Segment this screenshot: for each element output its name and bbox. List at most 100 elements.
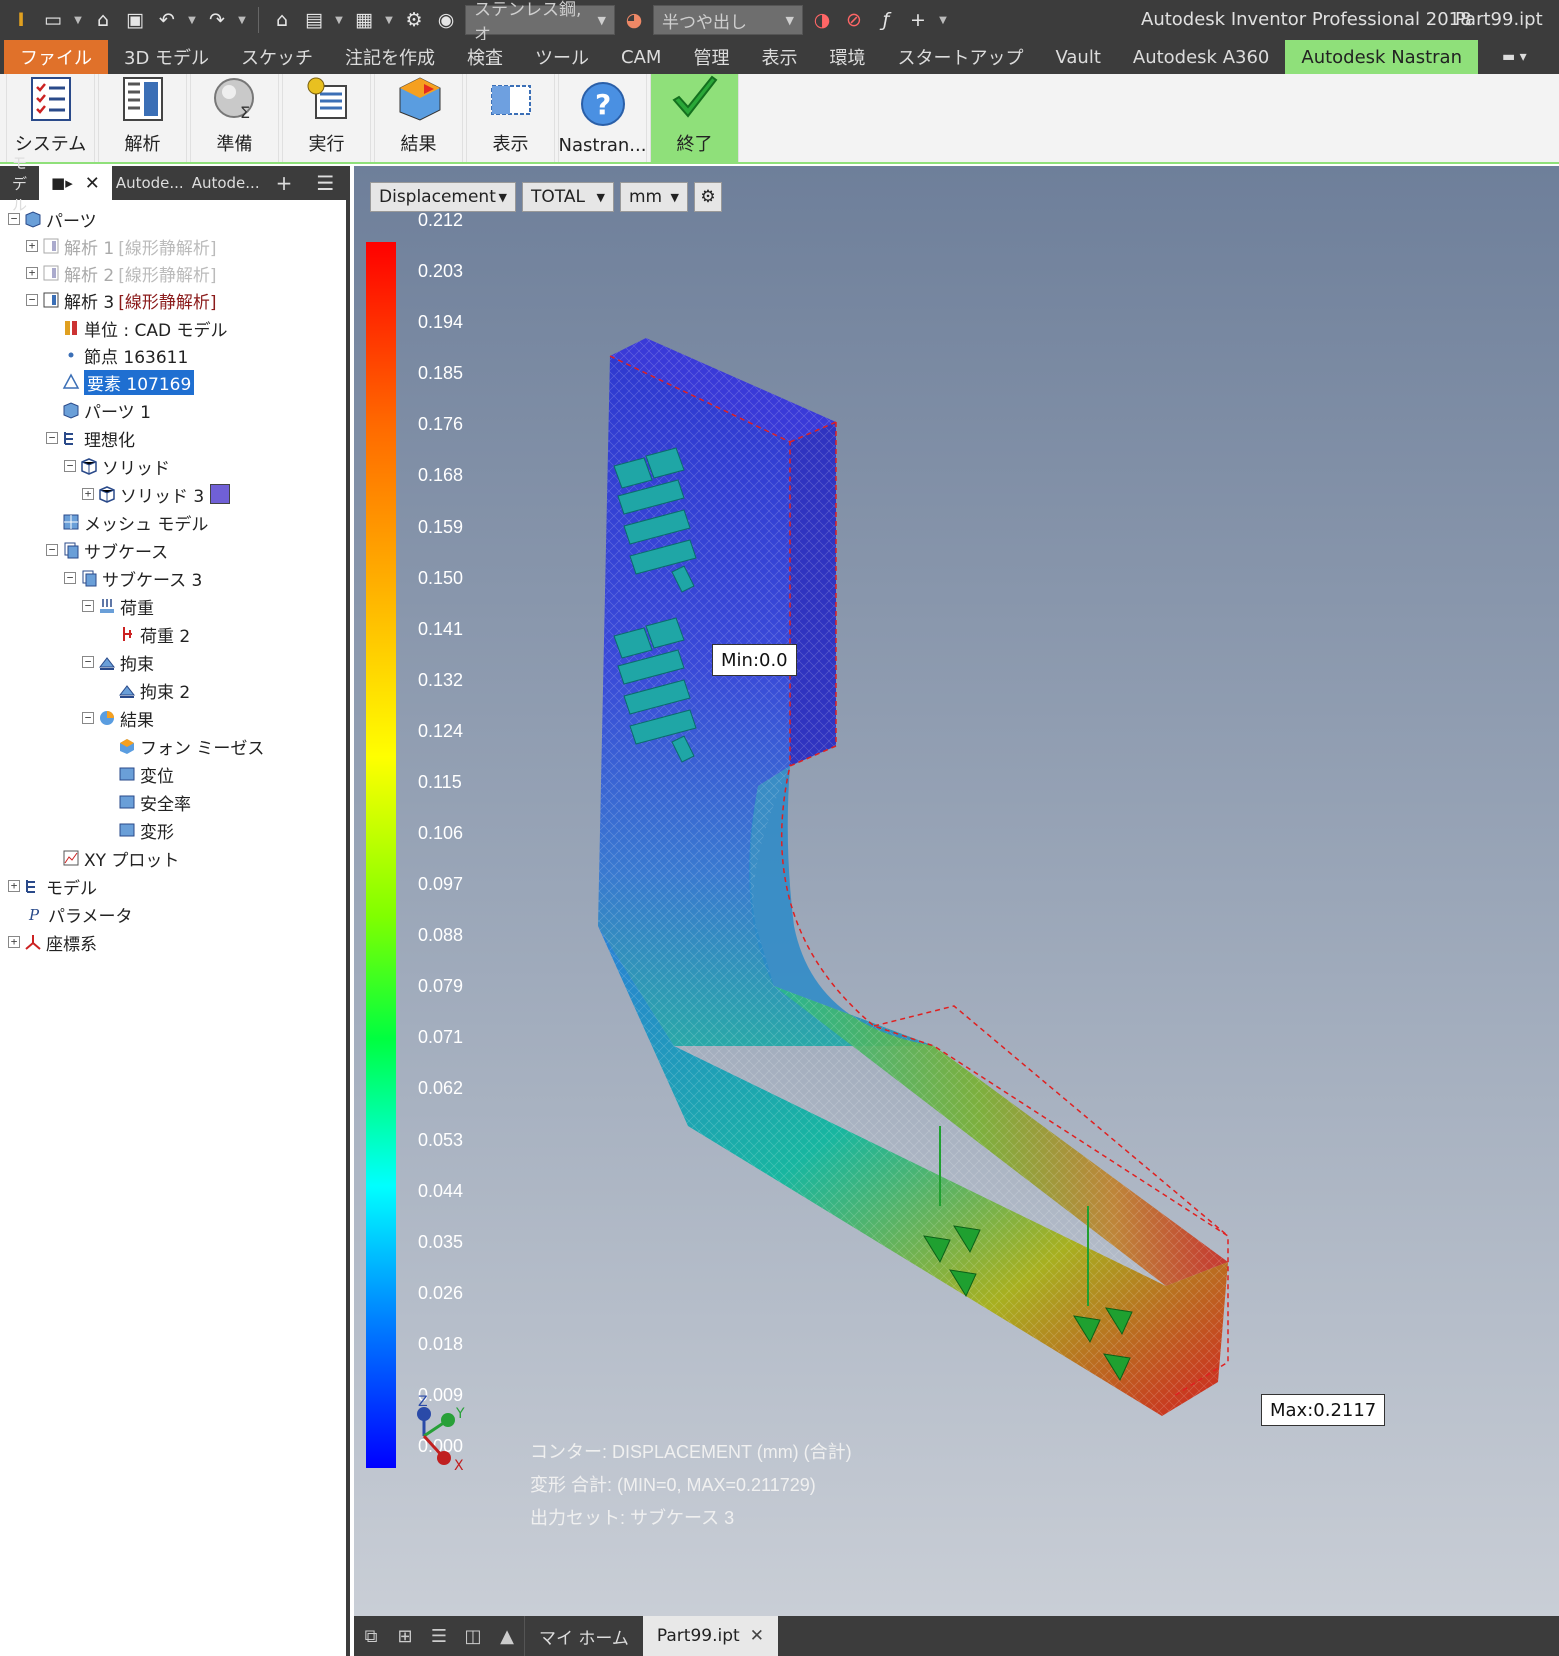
tree-parameters[interactable]: P パラメータ <box>26 901 133 927</box>
collapse-icon[interactable]: − <box>26 294 38 306</box>
tree-subcase[interactable]: − サブケース <box>46 537 168 563</box>
expand-icon[interactable]: + <box>26 240 38 252</box>
print-icon[interactable]: ▤ <box>301 7 327 33</box>
tab-model[interactable]: モデル <box>0 154 39 214</box>
close-icon[interactable]: ✕ <box>85 173 100 194</box>
tab-tools[interactable]: ツール <box>519 40 605 74</box>
system-button[interactable]: システム <box>6 74 95 162</box>
nastran-help-button[interactable]: ? Nastran... <box>558 74 647 162</box>
tree-solid-3[interactable]: + ソリッド 3 <box>82 481 231 507</box>
collapse-icon[interactable]: − <box>8 213 20 225</box>
tab-manage[interactable]: 管理 <box>677 40 745 74</box>
tree-elements[interactable]: 要素 107169 <box>62 369 195 395</box>
tab-nastran-browser[interactable]: ■▸ ✕ <box>39 166 112 200</box>
chevron-down-icon[interactable]: ▼ <box>72 7 84 33</box>
cascade-windows-icon[interactable]: ⧉ <box>354 1616 388 1656</box>
save-icon[interactable]: ▣ <box>122 7 148 33</box>
chevron-down-icon[interactable]: ▼ <box>333 7 345 33</box>
max-value-callout[interactable]: Max:0.2117 <box>1261 1394 1386 1426</box>
results-button[interactable]: 結果 <box>374 74 463 162</box>
finish-button[interactable]: 終了 <box>650 74 739 162</box>
tree-loads[interactable]: − 荷重 <box>82 593 154 619</box>
open-folder-icon[interactable]: ⌂ <box>90 7 116 33</box>
expand-icon[interactable]: + <box>82 488 94 500</box>
tile-vertical-icon[interactable]: ◫ <box>456 1616 490 1656</box>
tree-load-2[interactable]: 荷重 2 <box>118 621 190 647</box>
graphics-viewport[interactable]: Displacement ▼ TOTAL ▼ mm ▼ ⚙ 0.212 0.203… <box>354 166 1559 1616</box>
tree-model[interactable]: + モデル <box>8 873 97 899</box>
tab-part99[interactable]: Part99.ipt ✕ <box>642 1616 778 1656</box>
run-button[interactable]: 実行 <box>282 74 371 162</box>
tile-windows-icon[interactable]: ⊞ <box>388 1616 422 1656</box>
adjust-appearance-icon[interactable]: ◑ <box>809 7 835 33</box>
scroll-up-icon[interactable]: ▲ <box>490 1616 524 1656</box>
material-dropdown[interactable]: ステンレス鋼, オ ▼ <box>465 0 615 45</box>
tree-coordinate-system[interactable]: + 座標系 <box>8 929 97 955</box>
tab-getstarted[interactable]: スタートアップ <box>881 40 1039 74</box>
ribbon-display-toggle[interactable]: ▬ ▾ <box>1502 40 1527 74</box>
tree-mesh-model[interactable]: メッシュ モデル <box>62 509 208 535</box>
chevron-down-icon[interactable]: ▼ <box>236 7 248 33</box>
tree-displacement[interactable]: 変位 <box>118 761 174 787</box>
color-wheel-icon[interactable]: ◕ <box>621 7 647 33</box>
collapse-icon[interactable]: − <box>82 656 94 668</box>
chevron-down-icon[interactable]: ▼ <box>186 7 198 33</box>
clear-appearance-icon[interactable]: ⊘ <box>841 7 867 33</box>
collapse-icon[interactable]: − <box>46 544 58 556</box>
tree-units[interactable]: 単位 : CAD モデル <box>62 315 228 341</box>
collapse-icon[interactable]: − <box>46 432 58 444</box>
min-value-callout[interactable]: Min:0.0 <box>712 644 797 676</box>
collapse-icon[interactable]: − <box>64 572 76 584</box>
function-icon[interactable]: ƒ <box>873 7 899 33</box>
tab-autodesk-nastran[interactable]: Autodesk Nastran <box>1285 40 1478 74</box>
tab-cam[interactable]: CAM <box>605 40 677 74</box>
tab-view[interactable]: 表示 <box>745 40 813 74</box>
new-file-icon[interactable]: ▭ <box>40 7 66 33</box>
tree-results[interactable]: − 結果 <box>82 705 154 731</box>
redo-icon[interactable]: ↷ <box>204 7 230 33</box>
tree-constraint-2[interactable]: 拘束 2 <box>118 677 190 703</box>
tab-sketch[interactable]: スケッチ <box>225 40 329 74</box>
tree-idealization[interactable]: − 理想化 <box>46 425 135 451</box>
tree-nodes[interactable]: 節点 163611 <box>62 342 188 368</box>
appearance-dropdown[interactable]: 半つや出し ▼ <box>653 5 803 35</box>
material-icon[interactable]: ◉ <box>433 7 459 33</box>
close-icon[interactable]: ✕ <box>750 1626 764 1646</box>
tree-analysis-3[interactable]: − 解析 3 [線形静解析] <box>26 287 217 313</box>
tab-inspect[interactable]: 検査 <box>451 40 519 74</box>
home-icon[interactable]: ⌂ <box>269 7 295 33</box>
display-button[interactable]: 表示 <box>466 74 555 162</box>
tab-autodesk-2[interactable]: Autode... <box>188 166 264 200</box>
select-icon[interactable]: ▦ <box>351 7 377 33</box>
tab-a360[interactable]: Autodesk A360 <box>1117 40 1286 74</box>
collapse-icon[interactable]: − <box>82 712 94 724</box>
customize-dropdown-icon[interactable]: ▼ <box>937 7 949 33</box>
tab-file[interactable]: ファイル <box>4 40 108 74</box>
inventor-logo-icon[interactable]: I <box>8 7 34 33</box>
plus-icon[interactable]: + <box>905 7 931 33</box>
collapse-icon[interactable]: − <box>64 460 76 472</box>
browser-menu-icon[interactable]: ☰ <box>304 166 346 200</box>
add-tab-button[interactable]: + <box>264 166 305 200</box>
tree-deformation[interactable]: 変形 <box>118 817 174 843</box>
tree-analysis-1[interactable]: + 解析 1 [線形静解析] <box>26 233 217 259</box>
tree-subcase-3[interactable]: − サブケース 3 <box>64 565 202 591</box>
tab-vault[interactable]: Vault <box>1039 40 1116 74</box>
expand-icon[interactable]: + <box>8 936 20 948</box>
prepare-button[interactable]: Σ 準備 <box>190 74 279 162</box>
tree-constraints[interactable]: − 拘束 <box>82 649 154 675</box>
tree-analysis-2[interactable]: + 解析 2 [線形静解析] <box>26 260 217 286</box>
chevron-down-icon[interactable]: ▼ <box>383 7 395 33</box>
tile-horizontal-icon[interactable]: ☰ <box>422 1616 456 1656</box>
tab-3d-model[interactable]: 3D モデル <box>108 40 225 74</box>
tree-parts-1[interactable]: パーツ 1 <box>62 397 151 423</box>
tree-von-mises[interactable]: フォン ミーゼス <box>118 733 264 759</box>
expand-icon[interactable]: + <box>26 267 38 279</box>
tab-annotate[interactable]: 注記を作成 <box>329 40 451 74</box>
undo-icon[interactable]: ↶ <box>154 7 180 33</box>
tree-xy-plot[interactable]: XY プロット <box>62 845 179 871</box>
tab-autodesk-1[interactable]: Autode... <box>112 166 188 200</box>
tree-safety-factor[interactable]: 安全率 <box>118 789 191 815</box>
tree-solid[interactable]: − ソリッド <box>64 453 170 479</box>
expand-icon[interactable]: + <box>8 880 20 892</box>
